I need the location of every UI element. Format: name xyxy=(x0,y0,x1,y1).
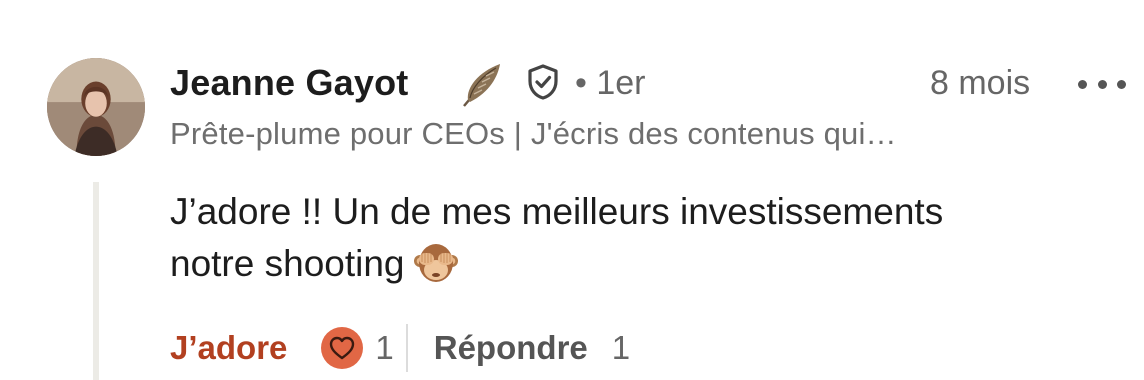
comment-text: J’adore !! Un de mes meilleurs investiss… xyxy=(170,186,1110,290)
profile-photo-icon xyxy=(47,58,145,156)
more-options-button[interactable] xyxy=(1078,66,1126,102)
thread-line xyxy=(93,182,99,380)
reply-button[interactable]: Répondre xyxy=(434,329,588,367)
avatar[interactable] xyxy=(47,58,145,156)
see-no-evil-monkey-icon xyxy=(413,244,458,282)
reaction-count: 1 xyxy=(375,329,394,366)
comment-text-line-2: notre shooting xyxy=(170,238,1110,290)
comment-actions: J’adore 1 Répondre 1 xyxy=(170,320,630,376)
more-dots-icon xyxy=(1097,79,1107,89)
connection-degree: • 1er xyxy=(575,64,646,102)
more-dots-icon xyxy=(1117,79,1126,89)
reaction-badge[interactable] xyxy=(321,327,364,369)
heart-icon xyxy=(330,336,355,360)
comment-text-line: J’adore !! Un de mes meilleurs investiss… xyxy=(170,191,944,232)
author-name[interactable]: Jeanne Gayot xyxy=(170,62,409,104)
comment: Jeanne Gayot • 1er 8 mois Prête-plume po… xyxy=(0,0,1144,380)
author-headline: Prête-plume pour CEOs | J'écris des cont… xyxy=(170,116,897,151)
like-button[interactable]: J’adore xyxy=(170,329,287,367)
comment-timestamp: 8 mois xyxy=(930,64,1031,102)
feather-icon xyxy=(463,64,500,107)
action-divider xyxy=(405,324,408,372)
more-dots-icon xyxy=(1078,79,1087,89)
reply-count: 1 xyxy=(611,329,631,366)
verified-shield-icon xyxy=(528,64,558,100)
comment-text-line: notre shooting xyxy=(170,243,405,284)
